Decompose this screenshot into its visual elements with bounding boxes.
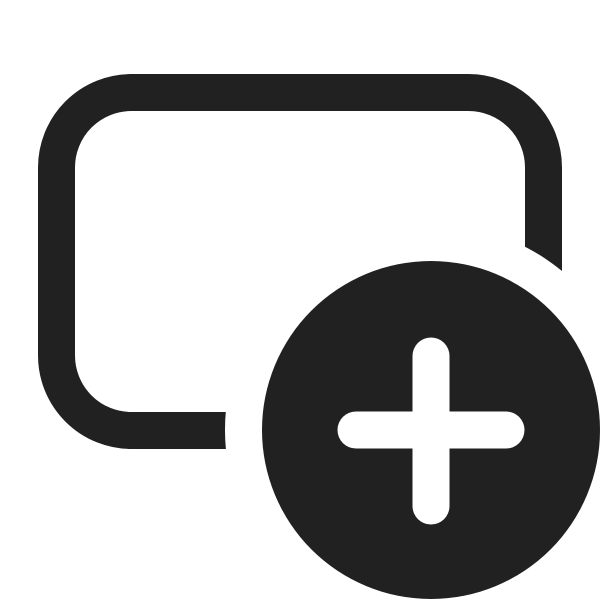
icon-canvas xyxy=(0,0,600,600)
rectangle-add-icon xyxy=(38,74,600,599)
